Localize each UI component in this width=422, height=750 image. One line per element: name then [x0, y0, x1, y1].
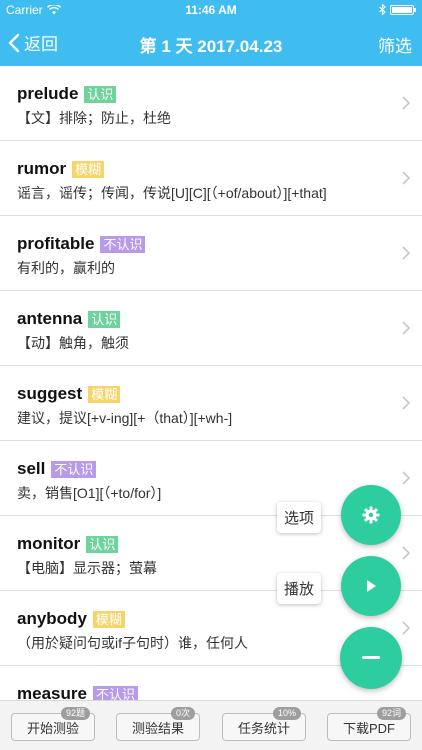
word-text: sell [17, 459, 46, 478]
chevron-right-icon [402, 246, 410, 260]
word-text: prelude [17, 84, 79, 103]
battery-icon [390, 4, 416, 15]
word-row[interactable]: rumor 模糊 谣言，谣传；传闻，传说[U][C][（+of/about）][+… [0, 141, 422, 216]
task-stats-label: 任务统计 [237, 720, 290, 736]
bluetooth-icon [379, 4, 386, 15]
word-row[interactable]: antenna 认识 【动】触角，触须 [0, 291, 422, 366]
status-badge: 模糊 [88, 385, 121, 403]
play-icon [367, 580, 376, 592]
quiz-count-badge: 92题 [60, 707, 90, 720]
page-title: 第 1 天 2017.04.23 [139, 37, 283, 56]
start-quiz-button[interactable]: 开始测验 92题 [11, 707, 95, 741]
word-definition: 有利的，赢利的 [17, 260, 115, 276]
status-bar: Carrier 11:46 AM [0, 0, 422, 20]
status-badge: 认识 [84, 85, 117, 103]
download-pdf-button[interactable]: 下载PDF 92词 [327, 707, 411, 741]
status-badge: 不认识 [92, 685, 138, 700]
word-definition: （用於疑问句或if子句时）谁，任何人 [17, 635, 248, 651]
results-count-badge: 0次 [170, 707, 195, 720]
quiz-results-label: 测验结果 [131, 720, 184, 736]
status-badge: 模糊 [92, 610, 125, 628]
status-badge: 不认识 [100, 235, 146, 253]
bottom-toolbar: 开始测验 92题 测验结果 0次 任务统计 10% 下载PDF 92词 [0, 700, 422, 750]
word-text: profitable [17, 234, 95, 253]
word-row[interactable]: suggest 模糊 建议，提议[+v-ing][+（that）][+wh-] [0, 366, 422, 441]
collapse-button[interactable] [340, 627, 402, 689]
status-badge: 模糊 [72, 160, 105, 178]
chevron-right-icon [402, 546, 410, 560]
word-definition: 【电脑】显示器；萤幕 [17, 560, 157, 576]
minus-icon [362, 656, 380, 659]
chevron-right-icon [402, 621, 410, 635]
gear-icon [362, 506, 380, 524]
word-definition: 【动】触角，触须 [17, 335, 129, 351]
word-text: suggest [17, 384, 83, 403]
word-definition: 谣言，谣传；传闻，传说[U][C][（+of/about）][+that] [17, 185, 327, 201]
word-row[interactable]: prelude 认识 【文】排除；防止，杜绝 [0, 66, 422, 141]
status-badge: 不认识 [51, 460, 97, 478]
start-quiz-label: 开始测验 [26, 720, 79, 736]
chevron-right-icon [402, 471, 410, 485]
word-row[interactable]: profitable 不认识 有利的，赢利的 [0, 216, 422, 291]
chevron-right-icon [402, 171, 410, 185]
word-definition: 卖，销售[O1][（+to/for）] [17, 485, 162, 501]
word-text: rumor [17, 159, 67, 178]
chevron-right-icon [402, 321, 410, 335]
task-stats-button[interactable]: 任务统计 10% [222, 707, 306, 741]
word-text: anybody [17, 609, 87, 628]
status-badge: 认识 [88, 310, 121, 328]
chevron-right-icon [402, 96, 410, 110]
chevron-right-icon [402, 396, 410, 410]
nav-bar: 返回 第 1 天 2017.04.23 筛选 [0, 20, 422, 66]
word-definition: 【文】排除；防止，杜绝 [17, 110, 171, 126]
quiz-results-button[interactable]: 测验结果 0次 [116, 707, 200, 741]
play-button[interactable] [341, 556, 401, 616]
download-pdf-label: 下载PDF [342, 720, 395, 736]
play-label[interactable]: 播放 [277, 573, 322, 604]
filter-button[interactable]: 筛选 [378, 32, 412, 57]
battery-area [379, 4, 416, 15]
progress-badge: 10% [272, 707, 301, 720]
options-button[interactable] [341, 485, 401, 545]
options-label[interactable]: 选项 [277, 502, 322, 533]
word-text: measure [17, 684, 87, 700]
word-text: monitor [17, 534, 81, 553]
word-definition: 建议，提议[+v-ing][+（that）][+wh-] [17, 410, 233, 426]
status-badge: 认识 [86, 535, 119, 553]
status-time: 11:46 AM [185, 3, 237, 17]
word-text: antenna [17, 309, 83, 328]
word-count-badge: 92词 [376, 707, 406, 720]
